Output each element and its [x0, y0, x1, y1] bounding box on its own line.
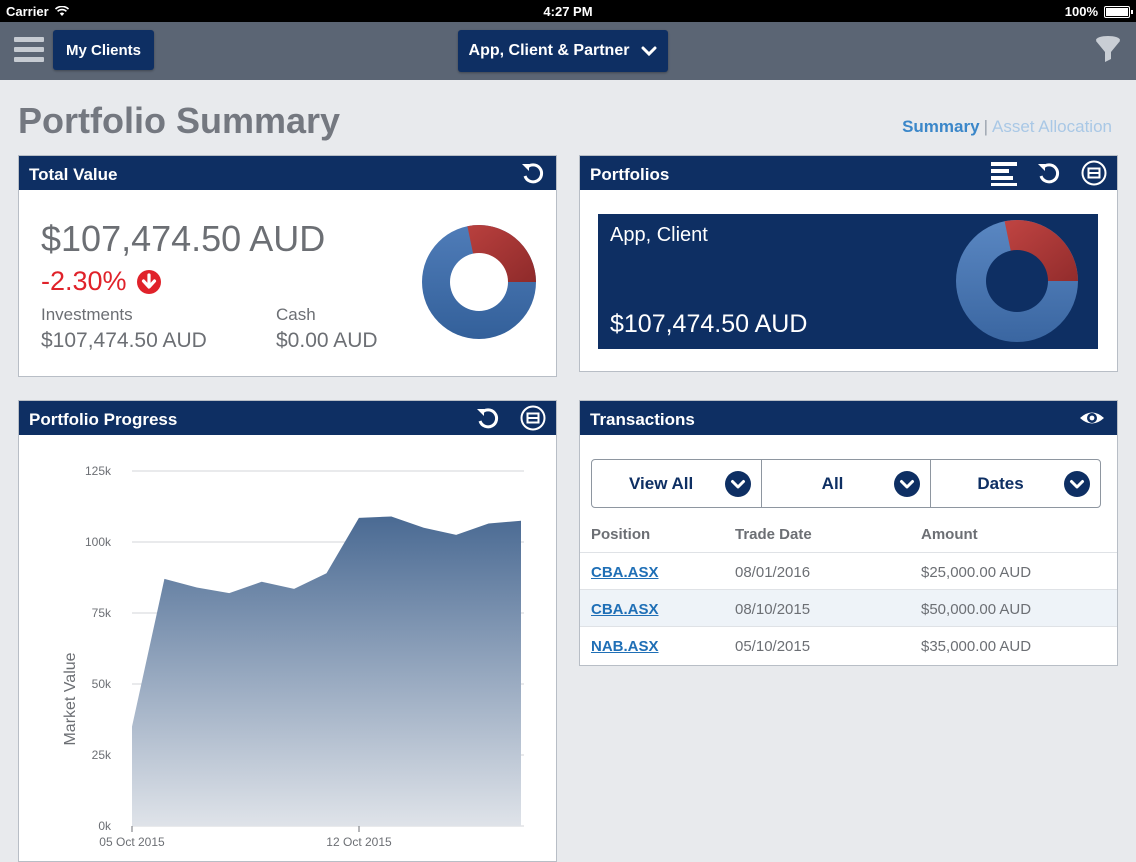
y-tick-label: 25k [92, 748, 112, 762]
type-filter[interactable]: All [760, 460, 931, 507]
portfolio-progress-panel: Portfolio Progress 0k 25k 50k 75k 100k 125k 05… [18, 400, 557, 862]
transactions-title: Transactions [590, 410, 695, 429]
position-link[interactable]: NAB.ASX [591, 638, 659, 655]
total-value-donut [422, 225, 536, 339]
portfolios-header: Portfolios [580, 156, 1117, 190]
dates-filter[interactable]: Dates [930, 460, 1100, 507]
client-selector-label: App, Client & Partner [468, 42, 630, 59]
summary-link[interactable]: Summary [902, 117, 979, 136]
portfolios-panel: Portfolios App, Client $107,474.50 AUD [579, 155, 1118, 372]
chevron-down-icon [894, 471, 921, 497]
column-header-amount: Amount [921, 526, 978, 543]
portfolio-progress-header: Portfolio Progress [19, 401, 556, 435]
battery-icon [1104, 5, 1133, 18]
amount: $35,000.00 AUD [921, 638, 1032, 655]
view-links-separator: | [983, 117, 988, 136]
chevron-down-icon [1064, 471, 1091, 497]
market-value-chart: 0k 25k 50k 75k 100k 125k 05 Oct 2015 12 Oct 201… [62, 464, 524, 849]
market-value-area [132, 516, 521, 826]
total-value-title: Total Value [29, 165, 118, 184]
cash-label: Cash [276, 305, 316, 324]
list-icon[interactable] [991, 160, 1017, 186]
refresh-icon[interactable] [1036, 160, 1062, 186]
type-filter-label: All [821, 474, 844, 493]
portfolio-card-name: App, Client [610, 224, 708, 246]
transactions-header: Transactions [580, 401, 1117, 435]
filter-icon[interactable] [1094, 35, 1122, 65]
table-row: CBA.ASX 08/10/2015 $50,000.00 AUD [580, 589, 1117, 627]
amount: $50,000.00 AUD [921, 601, 1032, 618]
position-link[interactable]: CBA.ASX [591, 564, 659, 581]
x-tick-label: 12 Oct 2015 [326, 835, 392, 849]
investments-value: $107,474.50 AUD [41, 329, 207, 352]
minimize-icon[interactable] [520, 405, 546, 431]
dates-filter-label: Dates [977, 474, 1024, 493]
table-row: NAB.ASX 05/10/2015 $35,000.00 AUD [580, 626, 1117, 664]
column-header-position: Position [591, 526, 651, 543]
trade-date: 08/01/2016 [735, 564, 811, 581]
portfolios-title: Portfolios [590, 165, 670, 184]
view-links: Summary | Asset Allocation [902, 117, 1112, 137]
trade-date: 08/10/2015 [735, 601, 811, 618]
refresh-icon[interactable] [475, 405, 501, 431]
y-tick-label: 100k [85, 535, 112, 549]
column-header-trade-date: Trade Date [735, 526, 812, 543]
table-row: CBA.ASX 08/01/2016 $25,000.00 AUD [580, 552, 1117, 590]
portfolio-progress-title: Portfolio Progress [29, 410, 178, 429]
change-percent: -2.30% [41, 266, 127, 296]
investments-label: Investments [41, 305, 133, 324]
portfolio-card-amount: $107,474.50 AUD [610, 310, 808, 338]
y-tick-label: 125k [85, 464, 112, 478]
total-value-change: -2.30% [41, 266, 161, 297]
down-arrow-icon [136, 269, 161, 294]
transactions-panel: Transactions View All All Dates Position… [579, 400, 1118, 666]
amount: $25,000.00 AUD [921, 564, 1032, 581]
nav-bar: My Clients App, Client & Partner [0, 22, 1136, 80]
clock: 4:27 PM [543, 4, 593, 19]
client-selector[interactable]: App, Client & Partner [458, 30, 668, 72]
total-value-amount: $107,474.50 AUD [41, 218, 326, 259]
y-axis-title: Market Value [62, 652, 79, 745]
refresh-icon[interactable] [520, 160, 546, 186]
view-all-filter[interactable]: View All [592, 460, 761, 507]
page-title: Portfolio Summary [18, 100, 341, 141]
cash-value: $0.00 AUD [276, 329, 378, 352]
chevron-down-icon [641, 46, 657, 56]
position-link[interactable]: CBA.ASX [591, 601, 659, 618]
menu-icon[interactable] [14, 37, 44, 63]
portfolio-card[interactable]: App, Client $107,474.50 AUD [598, 214, 1098, 349]
minimize-icon[interactable] [1081, 160, 1107, 186]
total-value-panel: Total Value $107,474.50 AUD -2.30% Inves… [18, 155, 557, 377]
y-tick-label: 75k [92, 606, 112, 620]
portfolio-donut [956, 220, 1078, 342]
battery-group: 100% [1064, 4, 1133, 19]
asset-allocation-link[interactable]: Asset Allocation [992, 117, 1112, 136]
status-bar: Carrier 4:27 PM 100% [0, 0, 1136, 22]
x-tick-label: 05 Oct 2015 [99, 835, 165, 849]
chevron-down-icon [724, 471, 751, 497]
y-tick-label: 0k [98, 819, 112, 833]
view-all-filter-label: View All [629, 474, 694, 493]
y-tick-label: 50k [92, 677, 112, 691]
trade-date: 05/10/2015 [735, 638, 811, 655]
transaction-filters: View All All Dates [591, 459, 1101, 508]
my-clients-button[interactable]: My Clients [53, 30, 154, 70]
total-value-header: Total Value [19, 156, 556, 190]
eye-icon[interactable] [1079, 405, 1105, 431]
battery-label: 100% [1064, 4, 1098, 19]
